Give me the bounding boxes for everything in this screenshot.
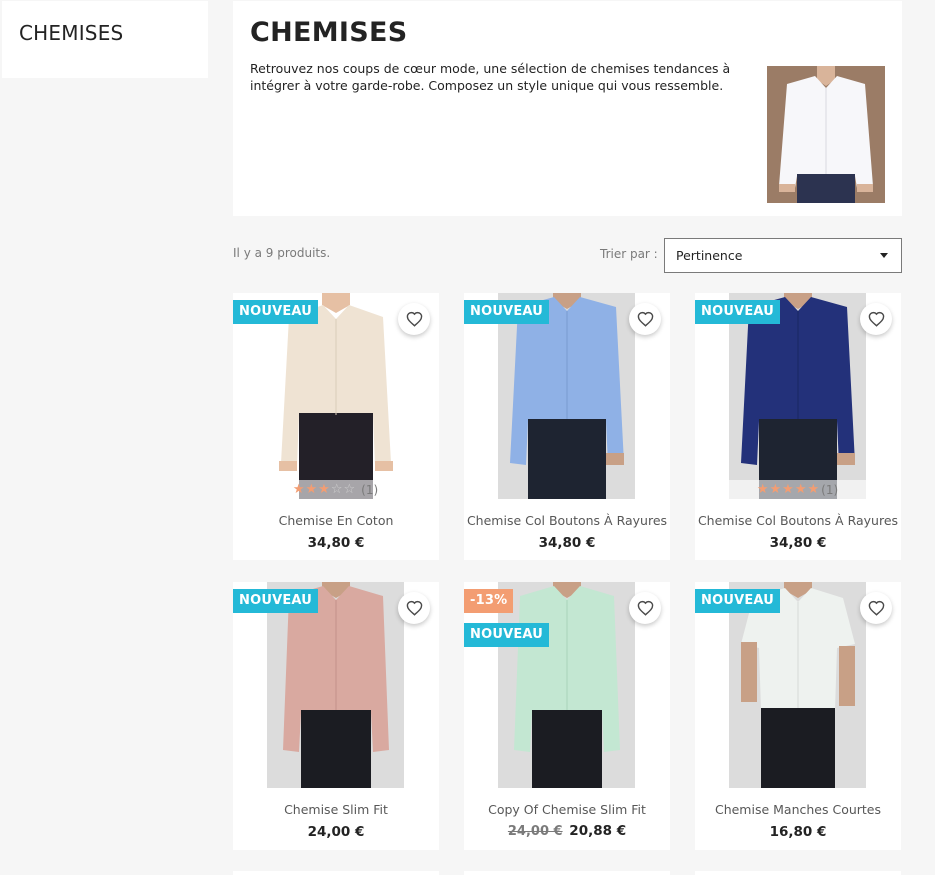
star-icon: ★	[782, 482, 794, 497]
price-value: 16,80 €	[769, 824, 827, 840]
product-count: Il y a 9 produits.	[233, 246, 331, 260]
product-rating: ★ ★ ★ ★ ★ (1)	[729, 480, 866, 499]
product-price: 34,80 €	[695, 535, 901, 551]
page-title: CHEMISES	[250, 17, 408, 48]
new-badge: NOUVEAU	[695, 589, 781, 613]
price-value: 34,80 €	[538, 535, 596, 551]
category-header: CHEMISES Retrouvez nos coups de cœur mod…	[233, 1, 902, 216]
wishlist-button[interactable]	[629, 592, 661, 624]
product-image[interactable]	[498, 582, 635, 788]
star-icon: ★	[292, 482, 305, 497]
sort-label: Trier par :	[600, 247, 658, 261]
star-icon: ★	[794, 482, 807, 497]
product-rating: ★ ★ ★ ☆ ☆ (1)	[267, 480, 404, 499]
sidebar-category-block: CHEMISES	[2, 1, 208, 78]
sort-selected-value: Pertinence	[676, 248, 743, 263]
price-value: 20,88 €	[569, 823, 627, 839]
star-empty-icon: ☆	[330, 482, 343, 497]
category-image	[767, 66, 885, 203]
product-card[interactable]: -13% NOUVEAU Copy Of Chemise Slim Fit 24…	[464, 582, 670, 850]
discount-badge: -13%	[464, 589, 514, 613]
wishlist-button[interactable]	[398, 303, 430, 335]
regular-price: 24,00 €	[507, 824, 563, 839]
product-name[interactable]: Copy Of Chemise Slim Fit	[464, 802, 670, 817]
star-icon: ★	[756, 482, 769, 497]
product-price: 34,80 €	[233, 535, 439, 551]
product-name[interactable]: Chemise Col Boutons À Rayures	[695, 513, 901, 528]
heart-icon	[406, 600, 422, 616]
sort-dropdown[interactable]: Pertinence	[664, 238, 902, 273]
star-empty-icon: ☆	[343, 482, 356, 497]
product-card[interactable]: ★ ★ ★ ☆ ☆ (1) NOUVEAU Chemise En Coton 3…	[233, 293, 439, 560]
wishlist-button[interactable]	[398, 592, 430, 624]
product-card[interactable]: NOUVEAU Chemise Col Boutons À Rayures 34…	[464, 293, 670, 560]
new-badge: NOUVEAU	[464, 623, 550, 647]
product-card[interactable]	[233, 871, 439, 875]
product-name[interactable]: Chemise En Coton	[233, 513, 439, 528]
product-price: 16,80 €	[695, 824, 901, 840]
wishlist-button[interactable]	[860, 303, 892, 335]
new-badge: NOUVEAU	[695, 300, 781, 324]
price-value: 34,80 €	[769, 535, 827, 551]
new-badge: NOUVEAU	[233, 300, 319, 324]
product-card[interactable]	[464, 871, 670, 875]
wishlist-button[interactable]	[629, 303, 661, 335]
product-card[interactable]: NOUVEAU Chemise Slim Fit 24,00 €	[233, 582, 439, 850]
product-price: 24,00 € 20,88 €	[464, 823, 670, 839]
product-card[interactable]	[695, 871, 901, 875]
product-name[interactable]: Chemise Slim Fit	[233, 802, 439, 817]
heart-icon	[637, 311, 653, 327]
new-badge: NOUVEAU	[464, 300, 550, 324]
star-icon: ★	[807, 482, 820, 497]
product-card[interactable]: ★ ★ ★ ★ ★ (1) NOUVEAU Chemise Col Bouton…	[695, 293, 901, 560]
product-name[interactable]: Chemise Manches Courtes	[695, 802, 901, 817]
star-icon: ★	[318, 482, 330, 497]
price-value: 34,80 €	[307, 535, 365, 551]
category-description: Retrouvez nos coups de cœur mode, une sé…	[250, 61, 731, 93]
product-price: 24,00 €	[233, 824, 439, 840]
product-card[interactable]: NOUVEAU Chemise Manches Courtes 16,80 €	[695, 582, 901, 850]
price-value: 24,00 €	[307, 824, 365, 840]
sidebar-category-title[interactable]: CHEMISES	[19, 21, 123, 45]
rating-count: (1)	[361, 482, 379, 497]
heart-icon	[406, 311, 422, 327]
new-badge: NOUVEAU	[233, 589, 319, 613]
heart-icon	[868, 600, 884, 616]
product-price: 34,80 €	[464, 535, 670, 551]
caret-down-icon	[880, 253, 888, 258]
star-icon: ★	[305, 482, 318, 497]
star-icon: ★	[769, 482, 782, 497]
wishlist-button[interactable]	[860, 592, 892, 624]
rating-count: (1)	[821, 482, 839, 497]
heart-icon	[637, 600, 653, 616]
product-name[interactable]: Chemise Col Boutons À Rayures	[464, 513, 670, 528]
heart-icon	[868, 311, 884, 327]
